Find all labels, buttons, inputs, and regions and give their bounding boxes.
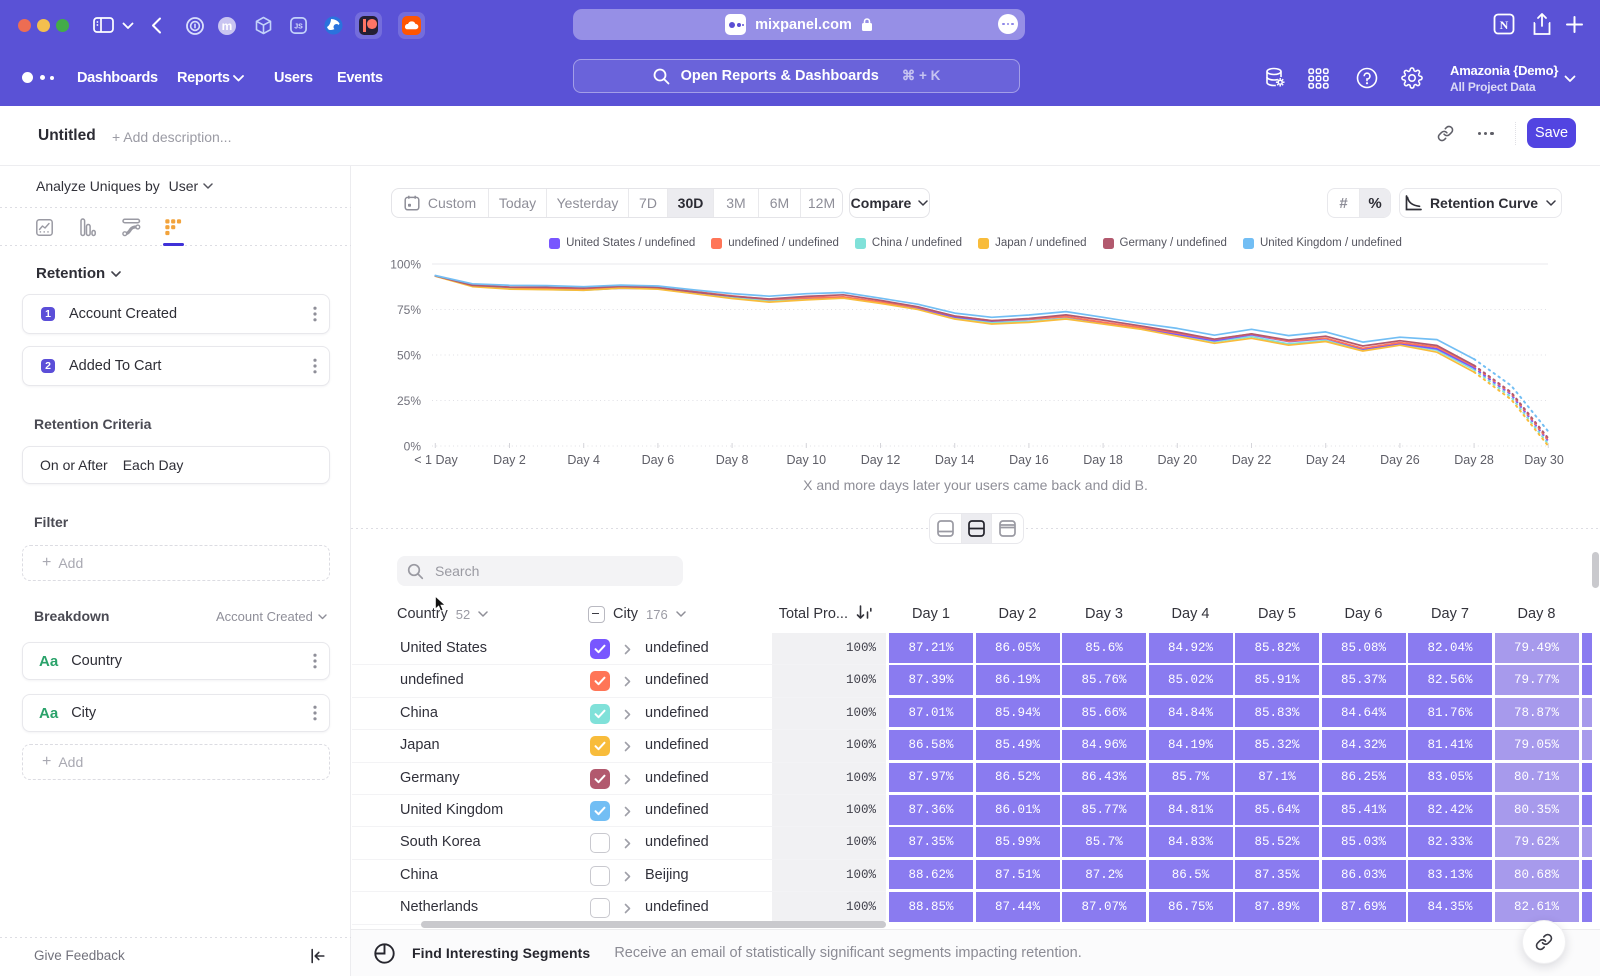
svg-text:Day 4: Day 4 [567, 453, 600, 467]
svg-text:100%: 100% [390, 258, 421, 272]
svg-text:Day 20: Day 20 [1157, 453, 1197, 467]
svg-text:Day 14: Day 14 [935, 453, 975, 467]
svg-text:50%: 50% [397, 349, 421, 363]
svg-text:25%: 25% [397, 394, 421, 408]
svg-text:Day 18: Day 18 [1083, 453, 1123, 467]
svg-text:Day 2: Day 2 [493, 453, 526, 467]
svg-text:< 1 Day: < 1 Day [414, 453, 458, 467]
svg-text:0%: 0% [404, 440, 422, 454]
svg-text:Day 24: Day 24 [1306, 453, 1346, 467]
svg-text:Day 10: Day 10 [786, 453, 826, 467]
svg-text:N: N [1500, 18, 1509, 32]
svg-text:75%: 75% [397, 303, 421, 317]
svg-text:Day 12: Day 12 [861, 453, 901, 467]
svg-text:Day 6: Day 6 [642, 453, 675, 467]
svg-text:Day 16: Day 16 [1009, 453, 1049, 467]
svg-text:Day 26: Day 26 [1380, 453, 1420, 467]
svg-text:Day 22: Day 22 [1232, 453, 1272, 467]
svg-text:JS: JS [294, 24, 303, 31]
svg-text:Day 30: Day 30 [1524, 453, 1564, 467]
svg-text:Day 28: Day 28 [1454, 453, 1494, 467]
svg-text:Day 8: Day 8 [716, 453, 749, 467]
